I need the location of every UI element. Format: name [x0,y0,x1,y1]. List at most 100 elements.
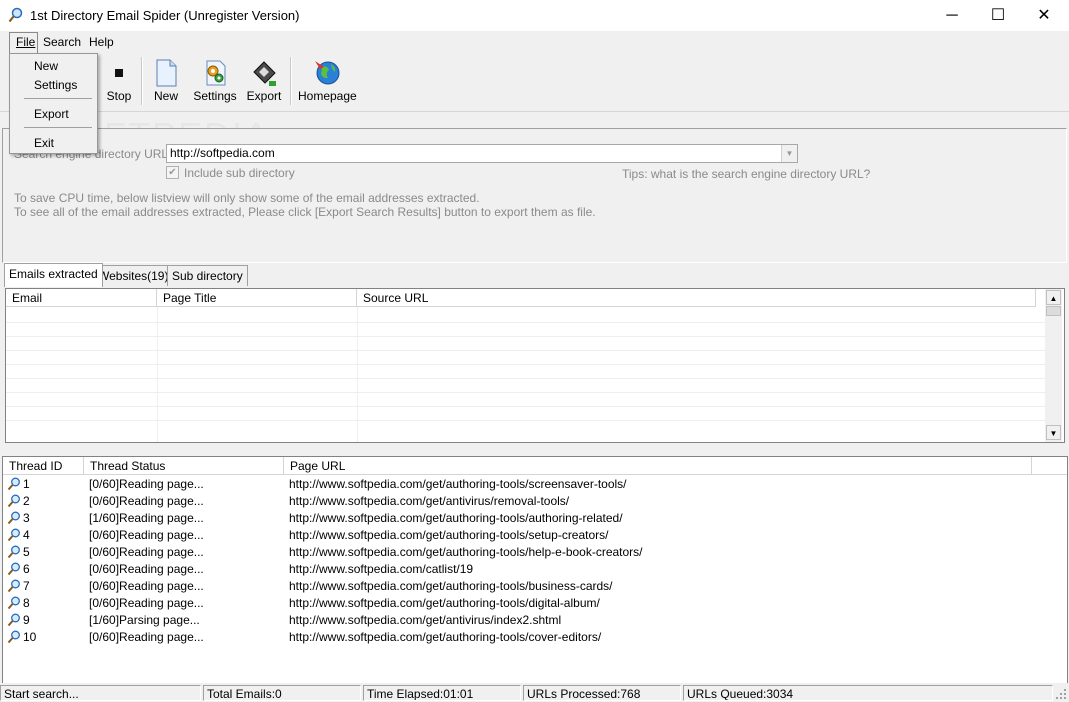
thread-status-cell: [0/60]Reading page... [89,596,204,610]
menu-bar: File Search Help [0,31,1069,53]
magnifier-icon [7,477,20,491]
page-url-cell: http://www.softpedia.com/get/authoring-t… [289,477,627,491]
scroll-down-icon[interactable]: ▼ [1046,425,1061,440]
export-button[interactable]: Export [245,57,283,107]
thread-id-cell: 5 [23,545,30,559]
tab-sub-directory[interactable]: Sub directory [167,265,248,286]
menu-search[interactable]: Search [43,35,81,49]
column-header-page-title[interactable]: Page Title [157,289,357,307]
grid-line [6,364,1045,365]
menu-file[interactable]: File [16,35,35,49]
table-row[interactable]: 4 [0/60]Reading page... http://www.softped… [3,527,1067,544]
thread-status-cell: [0/60]Reading page... [89,545,204,559]
urls-queued: URLs Queued:3034 [683,685,1053,701]
thread-id-cell: 9 [23,613,30,627]
thread-status-cell: [0/60]Reading page... [89,630,204,644]
new-button[interactable]: New [148,57,184,107]
thread-id-cell: 8 [23,596,30,610]
floppy-disk-icon [253,61,276,86]
thread-status-cell: [0/60]Reading page... [89,562,204,576]
file-menu-export[interactable]: Export [34,107,69,121]
thread-status-cell: [0/60]Reading page... [89,477,204,491]
table-row[interactable]: 10 [0/60]Reading page... http://www.softpe… [3,629,1067,646]
new-label: New [153,89,178,103]
settings-label: Settings [193,89,237,103]
column-header-thread-status[interactable]: Thread Status [84,457,284,475]
thread-id-cell: 7 [23,579,30,593]
toolbar: SOFTPEDIA Stop New Settings Export [0,53,1069,156]
export-note: To see all of the email addresses extrac… [14,205,596,219]
magnifier-icon [7,528,20,542]
directory-url-value: http://softpedia.com [170,146,275,160]
vertical-scrollbar[interactable]: ▲ ▼ [1045,289,1062,442]
magnifier-icon [7,511,20,525]
file-menu-exit[interactable]: Exit [34,136,54,150]
page-url-cell: http://www.softpedia.com/get/antivirus/i… [289,613,562,627]
column-header-page-url[interactable]: Page URL [284,457,1032,475]
page-url-cell: http://www.softpedia.com/get/authoring-t… [289,528,609,542]
include-sub-checkbox[interactable]: ✔ [166,166,179,179]
thread-id-cell: 2 [23,494,30,508]
homepage-button[interactable]: Homepage [298,57,357,107]
homepage-label: Homepage [298,89,357,103]
status-text: Start search... [0,685,201,701]
menu-help[interactable]: Help [89,35,114,49]
title-bar: 1st Directory Email Spider (Unregister V… [0,0,1069,31]
menu-separator [24,98,92,99]
magnifier-icon [7,613,20,627]
status-bar: Start search... Total Emails:0 Time Elap… [0,683,1069,702]
column-header-thread-id[interactable]: Thread ID [3,457,84,475]
table-row[interactable]: 2 [0/60]Reading page... http://www.softped… [3,493,1067,510]
urls-processed: URLs Processed:768 [523,685,681,701]
email-list[interactable]: Email Page Title Source URL ▲ ▼ [5,288,1065,443]
settings-button[interactable]: Settings [192,57,238,107]
file-dropdown-menu: New Settings Export Exit [9,53,98,154]
thread-list[interactable]: Thread ID Thread Status Page URL 1 [0/60]… [2,456,1068,684]
column-divider [357,307,358,442]
scroll-up-icon[interactable]: ▲ [1046,290,1061,305]
page-url-cell: http://www.softpedia.com/get/authoring-t… [289,596,600,610]
magnifier-icon [7,562,20,576]
tab-emails-extracted[interactable]: Emails extracted [4,263,103,287]
grid-line [6,378,1045,379]
page-url-cell: http://www.softpedia.com/catlist/19 [289,562,474,576]
stop-icon [115,69,123,77]
scroll-thumb[interactable] [1046,306,1061,316]
thread-id-cell: 3 [23,511,30,525]
table-row[interactable]: 8 [0/60]Reading page... http://www.softped… [3,595,1067,612]
close-button[interactable]: ✕ [1021,0,1067,31]
chevron-down-icon[interactable]: ▼ [781,145,797,162]
toolbar-separator [290,57,292,105]
column-header-filler [1032,457,1067,475]
stop-label: Stop [106,89,132,103]
tab-websites[interactable]: Websites(19) [93,265,174,286]
maximize-button[interactable]: ☐ [975,0,1021,31]
column-header-source-url[interactable]: Source URL [357,289,1036,307]
table-row[interactable]: 5 [0/60]Reading page... http://www.softped… [3,544,1067,561]
globe-icon [315,61,340,85]
column-header-email[interactable]: Email [6,289,157,307]
magnifier-icon [7,630,20,644]
page-url-cell: http://www.softpedia.com/get/antivirus/r… [289,494,570,508]
magnifier-icon [7,596,20,610]
thread-id-cell: 1 [23,477,30,491]
resize-grip-icon[interactable] [1055,688,1067,700]
file-menu-new[interactable]: New [34,59,58,73]
file-menu-settings[interactable]: Settings [34,78,77,92]
directory-url-combobox[interactable]: http://softpedia.com ▼ [166,144,798,163]
stop-button[interactable]: Stop [102,57,136,107]
table-row[interactable]: 9 [1/60]Parsing page... http://www.softped… [3,612,1067,629]
thread-status-cell: [1/60]Reading page... [89,511,204,525]
table-row[interactable]: 7 [0/60]Reading page... http://www.softped… [3,578,1067,595]
grid-line [6,420,1045,421]
tips-link[interactable]: Tips: what is the search engine director… [622,167,870,181]
cpu-note: To save CPU time, below listview will on… [14,191,480,205]
table-row[interactable]: 3 [1/60]Reading page... http://www.softped… [3,510,1067,527]
page-url-cell: http://www.softpedia.com/get/authoring-t… [289,630,602,644]
grid-line [6,406,1045,407]
thread-status-cell: [0/60]Reading page... [89,494,204,508]
table-row[interactable]: 1 [0/60]Reading page... http://www.softped… [3,476,1067,493]
minimize-button[interactable]: ─ [929,0,975,31]
grid-line [6,392,1045,393]
table-row[interactable]: 6 [0/60]Reading page... http://www.softped… [3,561,1067,578]
